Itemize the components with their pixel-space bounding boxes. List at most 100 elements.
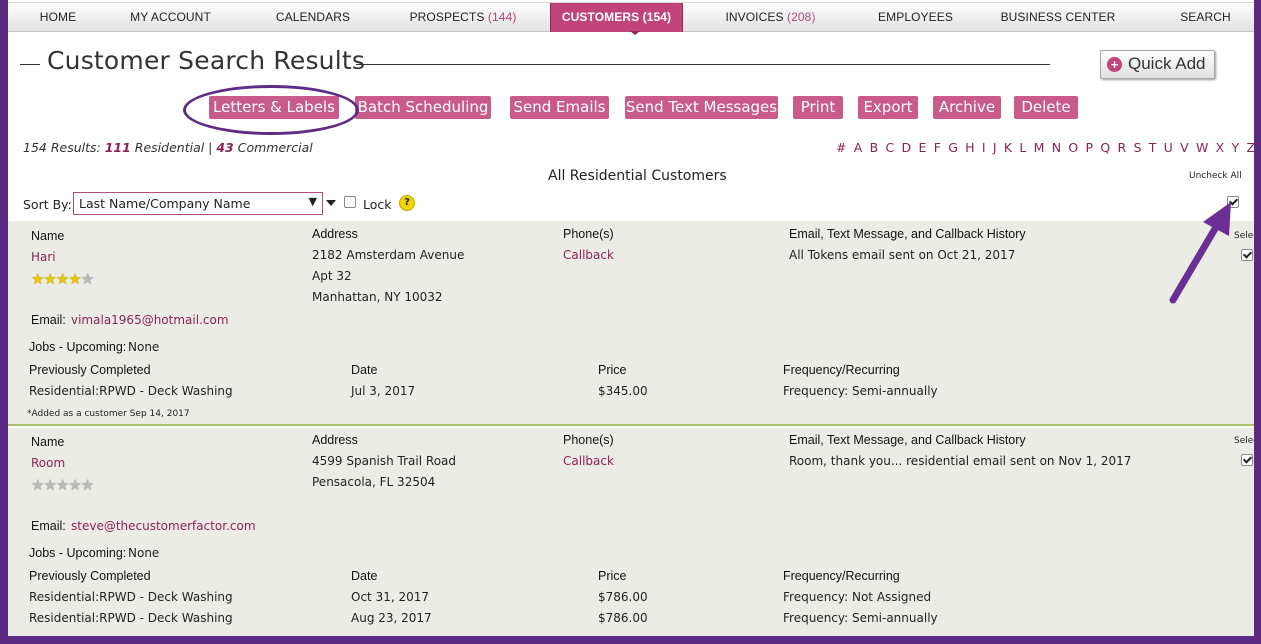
alphabet-letter-link[interactable]: X [1216, 140, 1225, 155]
callback-link[interactable]: Callback [563, 454, 614, 468]
date-header: Date [351, 569, 378, 583]
prev-completed-header: Previously Completed [29, 363, 151, 377]
job-frequency: Frequency: Semi-annually [783, 611, 938, 625]
address-line: Pensacola, FL 32504 [312, 475, 436, 489]
customer-name-link[interactable]: Room [31, 456, 65, 470]
alphabet-letter-link[interactable]: M [1034, 140, 1045, 155]
alphabet-letter-link[interactable]: S [1133, 140, 1141, 155]
price-header: Price [598, 363, 627, 377]
callback-link[interactable]: Callback [563, 248, 614, 262]
alphabet-letter-link[interactable]: B [870, 140, 879, 155]
lock-checkbox[interactable] [344, 196, 356, 208]
archive-button[interactable]: Archive [933, 96, 1001, 119]
address-line: Apt 32 [312, 269, 352, 283]
alphabet-letter-link[interactable]: R [1117, 140, 1126, 155]
nav-search[interactable]: SEARCH [1168, 3, 1243, 31]
page-title: Customer Search Results [47, 46, 366, 75]
alphabet-letter-link[interactable]: E [918, 140, 926, 155]
dropdown-arrow-icon: ▼ [308, 195, 317, 208]
star-icon: ★ [43, 270, 56, 288]
alphabet-letter-link[interactable]: L [1019, 140, 1026, 155]
alphabet-letter-link[interactable]: F [934, 140, 941, 155]
job-date: Oct 31, 2017 [351, 590, 429, 604]
nav-customers[interactable]: CUSTOMERS (154) [550, 3, 683, 32]
col-history-header: Email, Text Message, and Callback Histor… [789, 227, 1026, 241]
alphabet-letter-link[interactable]: J [993, 140, 997, 155]
jobs-upcoming-label: Jobs - Upcoming: [29, 546, 127, 560]
email-link[interactable]: vimala1965@hotmail.com [71, 313, 229, 327]
email-label: Email: [31, 313, 66, 327]
alphabet-letter-link[interactable]: # [836, 140, 846, 155]
alphabet-letter-link[interactable]: Q [1100, 140, 1110, 155]
col-address-header: Address [312, 433, 358, 447]
row-select-checkbox[interactable] [1241, 454, 1253, 466]
highlight-oval-annotation [183, 85, 359, 135]
plus-circle-icon: + [1107, 57, 1122, 72]
job-service: Residential:RPWD - Deck Washing [29, 590, 233, 604]
price-header: Price [598, 569, 627, 583]
alphabet-letter-link[interactable]: P [1086, 140, 1094, 155]
alphabet-letter-link[interactable]: Y [1232, 140, 1240, 155]
frequency-header: Frequency/Recurring [783, 569, 900, 583]
export-button[interactable]: Export [858, 96, 918, 119]
alphabet-letter-link[interactable]: I [982, 140, 986, 155]
alphabet-letter-link[interactable]: A [854, 140, 863, 155]
alphabet-letter-link[interactable]: W [1196, 140, 1208, 155]
alphabet-letter-link[interactable]: U [1164, 140, 1173, 155]
star-icon: ★ [80, 270, 94, 288]
results-summary: 154 Results: 111 Residential | 43 Commer… [23, 140, 313, 155]
customer-record: Name Address Phone(s) Email, Text Messag… [8, 428, 1254, 636]
star-icon: ★ [31, 476, 44, 494]
nav-calendars[interactable]: CALENDARS [233, 3, 393, 31]
job-frequency: Frequency: Not Assigned [783, 590, 932, 604]
lock-label: Lock [363, 197, 392, 212]
col-name-header: Name [31, 229, 65, 243]
address-line: Manhattan, NY 10032 [312, 290, 443, 304]
select-label: Select [1234, 436, 1254, 446]
star-icon: ★ [68, 270, 81, 288]
quick-add-button[interactable]: + Quick Add [1100, 50, 1215, 79]
jobs-upcoming-label: Jobs - Upcoming: [29, 340, 127, 354]
job-date: Jul 3, 2017 [351, 384, 416, 398]
job-frequency: Frequency: Semi-annually [783, 384, 938, 398]
job-price: $786.00 [598, 590, 648, 604]
alphabet-letter-link[interactable]: K [1004, 140, 1012, 155]
sort-select[interactable]: Last Name/Company Name ▼ [73, 192, 323, 215]
alphabet-letter-link[interactable]: T [1149, 140, 1157, 155]
nav-home[interactable]: HOME [8, 3, 108, 31]
sort-direction-toggle[interactable] [326, 200, 336, 206]
alphabet-letter-link[interactable]: V [1180, 140, 1189, 155]
col-phones-header: Phone(s) [563, 227, 614, 241]
rating-stars: ★★★★★ [31, 270, 94, 288]
rating-stars: ★★★★★ [31, 476, 94, 494]
send-emails-button[interactable]: Send Emails [510, 96, 609, 119]
arrow-annotation [1169, 202, 1231, 304]
alphabet-letter-link[interactable]: N [1052, 140, 1061, 155]
address-line: 4599 Spanish Trail Road [312, 454, 456, 468]
alphabet-letter-link[interactable]: D [902, 140, 912, 155]
nav-invoices[interactable]: INVOICES (208) [708, 3, 833, 31]
delete-button[interactable]: Delete [1014, 96, 1078, 119]
send-text-messages-button[interactable]: Send Text Messages [625, 96, 778, 119]
alphabet-letter-link[interactable]: O [1068, 140, 1078, 155]
nav-prospects[interactable]: PROSPECTS (144) [393, 3, 533, 31]
star-icon: ★ [68, 476, 81, 494]
nav-employees[interactable]: EMPLOYEES [858, 3, 973, 31]
customer-name-link[interactable]: Hari [31, 250, 56, 264]
alphabet-letter-link[interactable]: Z [1246, 140, 1254, 155]
uncheck-all-link[interactable]: Uncheck All [1189, 171, 1242, 181]
batch-scheduling-button[interactable]: Batch Scheduling [355, 96, 491, 119]
email-label: Email: [31, 519, 66, 533]
alphabet-letter-link[interactable]: C [886, 140, 895, 155]
alphabet-filter: # A B C D E F G H I J K L M N O P Q R S T U V W X Y Z [836, 140, 1254, 155]
job-service: Residential:RPWD - Deck Washing [29, 611, 233, 625]
nav-business-center[interactable]: BUSINESS CENTER [993, 3, 1123, 31]
question-circle-icon[interactable]: ? [399, 195, 415, 211]
alphabet-letter-link[interactable]: H [965, 140, 974, 155]
nav-my-account[interactable]: MY ACCOUNT [108, 3, 233, 31]
customer-record: Name Address Phone(s) Email, Text Messag… [8, 221, 1254, 424]
history-entry: All Tokens email sent on Oct 21, 2017 [789, 248, 1016, 262]
alphabet-letter-link[interactable]: G [948, 140, 958, 155]
print-button[interactable]: Print [793, 96, 843, 119]
email-link[interactable]: steve@thecustomerfactor.com [71, 519, 256, 533]
